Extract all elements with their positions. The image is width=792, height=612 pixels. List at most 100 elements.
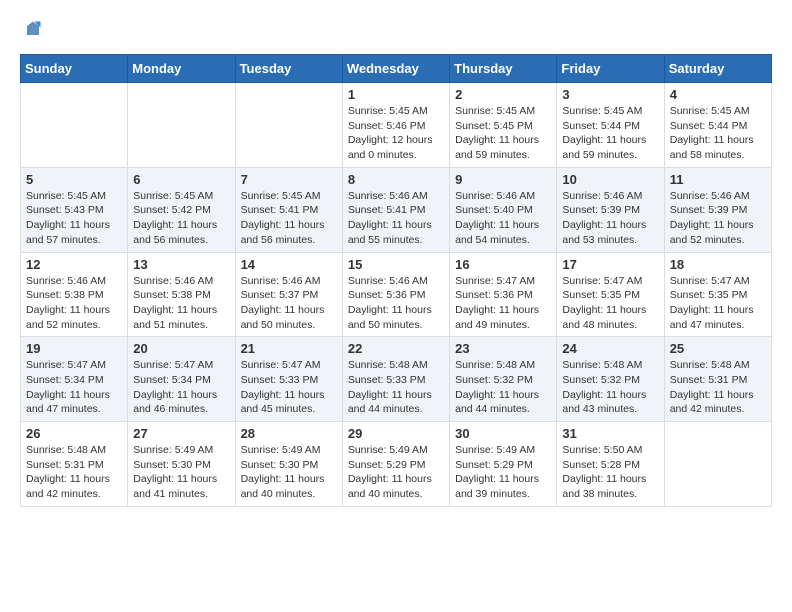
page-header: [20, 20, 772, 38]
day-number: 15: [348, 257, 444, 272]
calendar-cell: 23 Sunrise: 5:48 AM Sunset: 5:32 PM Dayli…: [450, 337, 557, 422]
day-number: 12: [26, 257, 122, 272]
day-info: Sunrise: 5:45 AM Sunset: 5:44 PM Dayligh…: [670, 104, 766, 163]
calendar-cell: 29 Sunrise: 5:49 AM Sunset: 5:29 PM Dayli…: [342, 422, 449, 507]
weekday-header-thursday: Thursday: [450, 55, 557, 83]
calendar-cell: 3Sunrise: 5:45 AM Sunset: 5:44 PM Daylig…: [557, 83, 664, 168]
day-number: 28: [241, 426, 337, 441]
day-number: 27: [133, 426, 229, 441]
day-number: 1: [348, 87, 444, 102]
calendar-cell: 12 Sunrise: 5:46 AM Sunset: 5:38 PM Dayli…: [21, 252, 128, 337]
day-info: Sunrise: 5:45 AM Sunset: 5:45 PM Dayligh…: [455, 104, 551, 163]
calendar-week-row: 19 Sunrise: 5:47 AM Sunset: 5:34 PM Dayli…: [21, 337, 772, 422]
day-number: 9: [455, 172, 551, 187]
weekday-header-monday: Monday: [128, 55, 235, 83]
day-info: Sunrise: 5:47 AM Sunset: 5:36 PM Dayligh…: [455, 274, 551, 333]
calendar-cell: 5 Sunrise: 5:45 AM Sunset: 5:43 PM Daylig…: [21, 167, 128, 252]
weekday-header-friday: Friday: [557, 55, 664, 83]
day-info: Sunrise: 5:45 AM Sunset: 5:42 PM Dayligh…: [133, 189, 229, 248]
day-info: Sunrise: 5:48 AM Sunset: 5:31 PM Dayligh…: [26, 443, 122, 502]
day-number: 7: [241, 172, 337, 187]
calendar-cell: 4 Sunrise: 5:45 AM Sunset: 5:44 PM Daylig…: [664, 83, 771, 168]
calendar-cell: 30Sunrise: 5:49 AM Sunset: 5:29 PM Dayli…: [450, 422, 557, 507]
day-info: Sunrise: 5:50 AM Sunset: 5:28 PM Dayligh…: [562, 443, 658, 502]
calendar-cell: 22Sunrise: 5:48 AM Sunset: 5:33 PM Dayli…: [342, 337, 449, 422]
weekday-header-tuesday: Tuesday: [235, 55, 342, 83]
calendar-cell: 17 Sunrise: 5:47 AM Sunset: 5:35 PM Dayli…: [557, 252, 664, 337]
day-info: Sunrise: 5:49 AM Sunset: 5:29 PM Dayligh…: [455, 443, 551, 502]
day-info: Sunrise: 5:46 AM Sunset: 5:36 PM Dayligh…: [348, 274, 444, 333]
day-number: 11: [670, 172, 766, 187]
calendar-cell: [664, 422, 771, 507]
day-info: Sunrise: 5:46 AM Sunset: 5:41 PM Dayligh…: [348, 189, 444, 248]
weekday-header-saturday: Saturday: [664, 55, 771, 83]
calendar-cell: 31 Sunrise: 5:50 AM Sunset: 5:28 PM Dayli…: [557, 422, 664, 507]
calendar-cell: 13 Sunrise: 5:46 AM Sunset: 5:38 PM Dayli…: [128, 252, 235, 337]
calendar-cell: 19 Sunrise: 5:47 AM Sunset: 5:34 PM Dayli…: [21, 337, 128, 422]
calendar-cell: 14 Sunrise: 5:46 AM Sunset: 5:37 PM Dayli…: [235, 252, 342, 337]
day-info: Sunrise: 5:48 AM Sunset: 5:32 PM Dayligh…: [455, 358, 551, 417]
day-number: 29: [348, 426, 444, 441]
day-number: 25: [670, 341, 766, 356]
day-number: 4: [670, 87, 766, 102]
calendar-cell: [128, 83, 235, 168]
calendar-cell: 15 Sunrise: 5:46 AM Sunset: 5:36 PM Dayli…: [342, 252, 449, 337]
logo: [20, 20, 42, 38]
day-info: Sunrise: 5:45 AM Sunset: 5:43 PM Dayligh…: [26, 189, 122, 248]
day-info: Sunrise: 5:46 AM Sunset: 5:40 PM Dayligh…: [455, 189, 551, 248]
day-number: 6: [133, 172, 229, 187]
calendar-cell: 8 Sunrise: 5:46 AM Sunset: 5:41 PM Daylig…: [342, 167, 449, 252]
day-number: 20: [133, 341, 229, 356]
day-info: Sunrise: 5:47 AM Sunset: 5:33 PM Dayligh…: [241, 358, 337, 417]
day-info: Sunrise: 5:45 AM Sunset: 5:46 PM Dayligh…: [348, 104, 444, 163]
day-number: 3: [562, 87, 658, 102]
day-number: 5: [26, 172, 122, 187]
day-number: 31: [562, 426, 658, 441]
calendar-cell: 27 Sunrise: 5:49 AM Sunset: 5:30 PM Dayli…: [128, 422, 235, 507]
day-info: Sunrise: 5:46 AM Sunset: 5:37 PM Dayligh…: [241, 274, 337, 333]
day-number: 10: [562, 172, 658, 187]
calendar-cell: 7 Sunrise: 5:45 AM Sunset: 5:41 PM Daylig…: [235, 167, 342, 252]
calendar-cell: [235, 83, 342, 168]
weekday-header-sunday: Sunday: [21, 55, 128, 83]
day-number: 23: [455, 341, 551, 356]
calendar-cell: 26 Sunrise: 5:48 AM Sunset: 5:31 PM Dayli…: [21, 422, 128, 507]
day-info: Sunrise: 5:46 AM Sunset: 5:38 PM Dayligh…: [133, 274, 229, 333]
calendar-cell: 16 Sunrise: 5:47 AM Sunset: 5:36 PM Dayli…: [450, 252, 557, 337]
day-number: 21: [241, 341, 337, 356]
day-info: Sunrise: 5:47 AM Sunset: 5:35 PM Dayligh…: [562, 274, 658, 333]
weekday-header-row: SundayMondayTuesdayWednesdayThursdayFrid…: [21, 55, 772, 83]
day-number: 8: [348, 172, 444, 187]
calendar-cell: 10 Sunrise: 5:46 AM Sunset: 5:39 PM Dayli…: [557, 167, 664, 252]
calendar-cell: 24Sunrise: 5:48 AM Sunset: 5:32 PM Dayli…: [557, 337, 664, 422]
day-info: Sunrise: 5:47 AM Sunset: 5:35 PM Dayligh…: [670, 274, 766, 333]
day-info: Sunrise: 5:46 AM Sunset: 5:38 PM Dayligh…: [26, 274, 122, 333]
day-info: Sunrise: 5:45 AM Sunset: 5:41 PM Dayligh…: [241, 189, 337, 248]
day-number: 19: [26, 341, 122, 356]
day-number: 24: [562, 341, 658, 356]
day-info: Sunrise: 5:46 AM Sunset: 5:39 PM Dayligh…: [670, 189, 766, 248]
day-number: 14: [241, 257, 337, 272]
day-number: 26: [26, 426, 122, 441]
day-info: Sunrise: 5:46 AM Sunset: 5:39 PM Dayligh…: [562, 189, 658, 248]
logo-icon: [24, 20, 42, 38]
day-info: Sunrise: 5:49 AM Sunset: 5:30 PM Dayligh…: [133, 443, 229, 502]
day-info: Sunrise: 5:49 AM Sunset: 5:29 PM Dayligh…: [348, 443, 444, 502]
day-number: 13: [133, 257, 229, 272]
calendar-cell: 6 Sunrise: 5:45 AM Sunset: 5:42 PM Daylig…: [128, 167, 235, 252]
day-number: 2: [455, 87, 551, 102]
day-info: Sunrise: 5:47 AM Sunset: 5:34 PM Dayligh…: [26, 358, 122, 417]
day-number: 17: [562, 257, 658, 272]
calendar-week-row: 5 Sunrise: 5:45 AM Sunset: 5:43 PM Daylig…: [21, 167, 772, 252]
calendar-cell: 20 Sunrise: 5:47 AM Sunset: 5:34 PM Dayli…: [128, 337, 235, 422]
day-info: Sunrise: 5:49 AM Sunset: 5:30 PM Dayligh…: [241, 443, 337, 502]
day-info: Sunrise: 5:47 AM Sunset: 5:34 PM Dayligh…: [133, 358, 229, 417]
calendar-cell: 21 Sunrise: 5:47 AM Sunset: 5:33 PM Dayli…: [235, 337, 342, 422]
calendar-cell: 2 Sunrise: 5:45 AM Sunset: 5:45 PM Daylig…: [450, 83, 557, 168]
calendar-table: SundayMondayTuesdayWednesdayThursdayFrid…: [20, 54, 772, 507]
day-info: Sunrise: 5:48 AM Sunset: 5:31 PM Dayligh…: [670, 358, 766, 417]
day-number: 16: [455, 257, 551, 272]
calendar-week-row: 12 Sunrise: 5:46 AM Sunset: 5:38 PM Dayli…: [21, 252, 772, 337]
calendar-cell: 1 Sunrise: 5:45 AM Sunset: 5:46 PM Daylig…: [342, 83, 449, 168]
calendar-cell: 28 Sunrise: 5:49 AM Sunset: 5:30 PM Dayli…: [235, 422, 342, 507]
